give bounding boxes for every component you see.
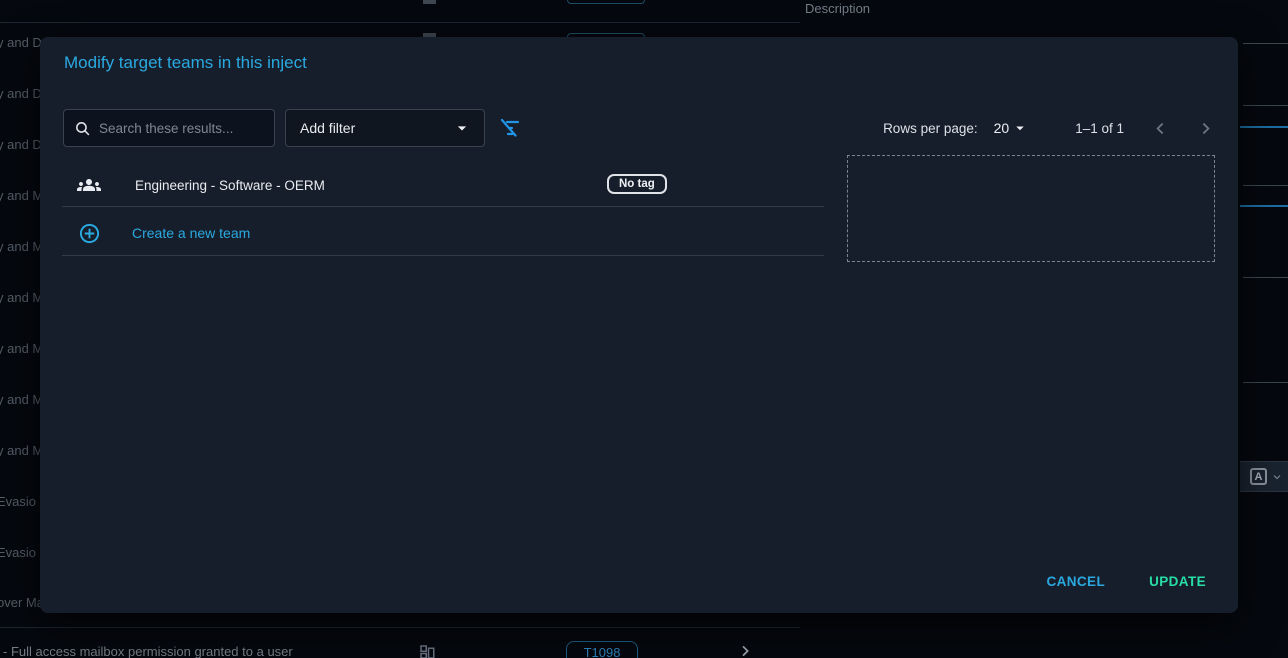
bg-field-underline bbox=[1243, 185, 1288, 186]
team-name: Engineering - Software - OERM bbox=[135, 178, 325, 193]
kanban-icon bbox=[418, 643, 436, 658]
rows-per-page-label: Rows per page: bbox=[883, 121, 978, 136]
bg-row-fragment: y and D bbox=[0, 35, 42, 50]
bg-technique-chip-fragment bbox=[567, 0, 645, 4]
modify-target-teams-dialog: Modify target teams in this inject Add f… bbox=[40, 37, 1238, 613]
bg-field-underline bbox=[1243, 43, 1288, 44]
bg-row-fragment: y and M bbox=[0, 239, 43, 254]
search-icon bbox=[74, 120, 91, 137]
cancel-button[interactable]: CANCEL bbox=[1038, 568, 1113, 595]
pagination-next-button[interactable] bbox=[1197, 120, 1214, 137]
chevron-down-icon bbox=[452, 118, 472, 138]
bg-top-divider bbox=[0, 22, 800, 23]
rows-per-page-select[interactable]: 20 bbox=[994, 120, 1010, 136]
bg-bottom-divider bbox=[0, 627, 800, 628]
create-new-team-label: Create a new team bbox=[132, 225, 250, 241]
team-group-icon bbox=[77, 173, 101, 197]
bg-row-fragment: y and M bbox=[0, 392, 43, 407]
bg-row-fragment: over Ma bbox=[0, 595, 44, 610]
dialog-title: Modify target teams in this inject bbox=[64, 53, 307, 73]
bg-row-fragment: y and M bbox=[0, 443, 43, 458]
bg-row-fragment: y and D bbox=[0, 86, 42, 101]
bg-row-fragment: y and M bbox=[0, 290, 43, 305]
pagination-bar: Rows per page: 20 1–1 of 1 bbox=[883, 109, 1214, 147]
bg-field-underline-active bbox=[1240, 205, 1288, 207]
create-new-team-button[interactable]: Create a new team bbox=[63, 213, 825, 253]
list-divider bbox=[62, 206, 824, 207]
dialog-actions: CANCEL UPDATE bbox=[1038, 568, 1214, 595]
bg-row-fragment: y and M bbox=[0, 188, 43, 203]
bg-field-underline-active bbox=[1240, 126, 1288, 128]
bg-row-fragment: Evasio bbox=[0, 545, 36, 560]
bg-field-underline bbox=[1243, 277, 1288, 278]
bg-row-fragment: Evasio bbox=[0, 494, 36, 509]
bg-row-icon-fragment bbox=[423, 0, 436, 4]
bg-row-fragment: y and M bbox=[0, 341, 43, 356]
text-format-button[interactable]: A bbox=[1250, 468, 1267, 485]
add-filter-label: Add filter bbox=[300, 120, 355, 136]
chevron-down-icon[interactable] bbox=[1271, 471, 1283, 483]
team-tag-badge: No tag bbox=[607, 174, 667, 194]
team-row[interactable]: Engineering - Software - OERM No tag bbox=[63, 165, 825, 205]
bg-row-fragment: y and D bbox=[0, 137, 42, 152]
pagination-range-label: 1–1 of 1 bbox=[1075, 121, 1124, 136]
list-divider bbox=[62, 255, 824, 256]
pagination-prev-button[interactable] bbox=[1152, 120, 1169, 137]
chevron-right-icon[interactable] bbox=[737, 643, 753, 658]
bg-field-underline bbox=[1243, 382, 1288, 383]
bg-bottom-row-title: - Full access mailbox permission granted… bbox=[3, 644, 293, 658]
clear-filters-icon[interactable] bbox=[498, 116, 522, 140]
add-filter-dropdown[interactable]: Add filter bbox=[285, 109, 485, 147]
add-circle-icon bbox=[78, 222, 101, 245]
update-button[interactable]: UPDATE bbox=[1141, 568, 1214, 595]
chevron-down-icon[interactable] bbox=[1011, 119, 1029, 137]
description-column-header: Description bbox=[805, 1, 870, 16]
selected-teams-dropzone[interactable] bbox=[847, 155, 1215, 262]
technique-chip[interactable]: T1098 bbox=[566, 641, 638, 658]
bg-editor-toolbar: A bbox=[1240, 461, 1288, 492]
search-input[interactable] bbox=[99, 121, 264, 136]
bg-field-underline bbox=[1243, 105, 1288, 106]
search-input-container[interactable] bbox=[63, 109, 275, 147]
